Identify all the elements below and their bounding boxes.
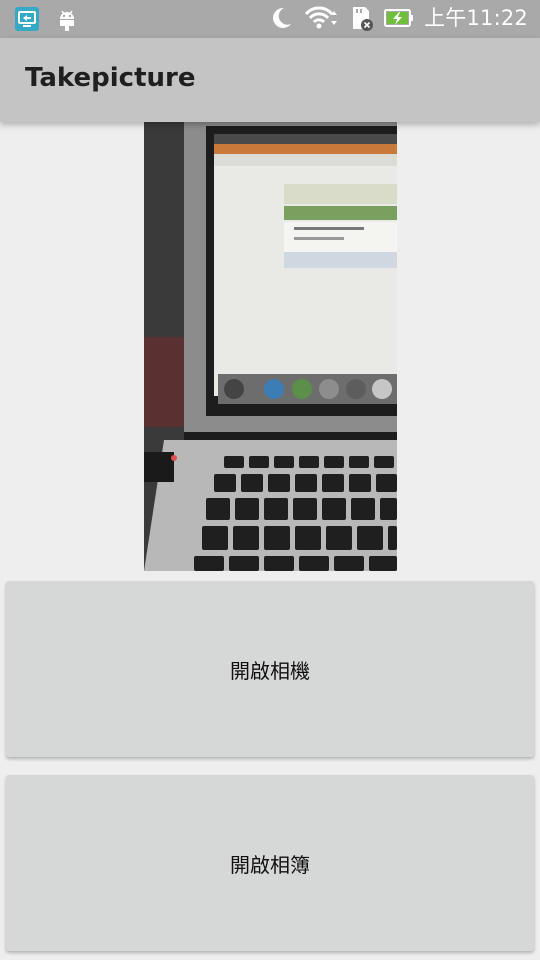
- photo-preview: [144, 122, 397, 571]
- sd-card-icon: [353, 7, 374, 31]
- app-bar: Takepicture: [0, 38, 540, 122]
- open-camera-button[interactable]: 開啟相機: [6, 581, 534, 757]
- battery-charging-icon: [384, 9, 414, 27]
- open-album-button[interactable]: 開啟相簿: [6, 775, 534, 951]
- status-bar-right: 上午11:22: [268, 5, 528, 31]
- status-bar-left: [14, 6, 80, 32]
- open-album-label: 開啟相簿: [230, 852, 310, 877]
- clock: 上午11:22: [424, 6, 528, 30]
- open-camera-label: 開啟相機: [230, 658, 310, 683]
- status-bar: 上午11:22: [0, 0, 540, 38]
- wifi-icon: [304, 6, 338, 29]
- screen-cast-icon: [15, 7, 39, 31]
- moon-icon: [273, 7, 292, 28]
- app-title: Takepicture: [25, 63, 196, 93]
- android-icon: [60, 10, 74, 31]
